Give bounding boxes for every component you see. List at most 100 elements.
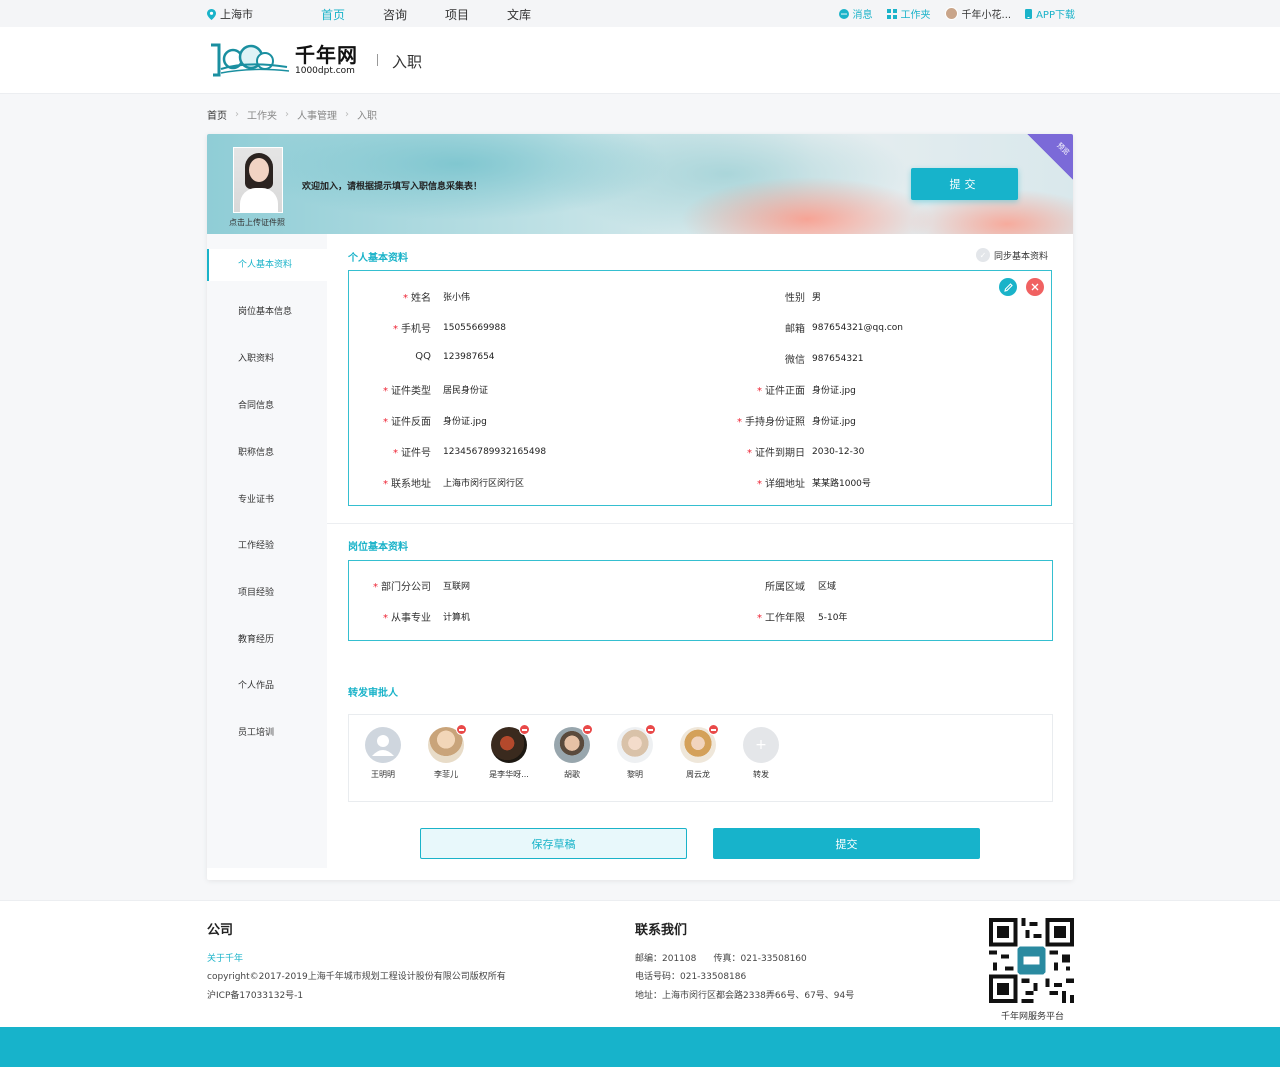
approver-item[interactable]: 王明明 xyxy=(358,727,408,780)
footer-phone: 电话号码：021-33508186 xyxy=(635,972,747,982)
remove-approver-icon[interactable] xyxy=(582,724,593,735)
approver-item[interactable]: 周云龙 xyxy=(673,724,723,780)
field-value[interactable]: 987654321@qq.con xyxy=(812,323,903,333)
app-download-link[interactable]: APP下载 xyxy=(1025,6,1075,21)
site-logo[interactable]: 千年网 1000dpt.com xyxy=(207,41,358,79)
field-wechat: 微信 987654321 xyxy=(689,351,864,367)
approver-name: 周云龙 xyxy=(686,770,710,779)
field-value[interactable]: 2030-12-30 xyxy=(812,447,864,457)
nav-home[interactable]: 首页 xyxy=(321,6,383,23)
nav-library[interactable]: 文库 xyxy=(507,6,569,23)
field-gender: 性别 男 xyxy=(689,289,821,304)
approver-item[interactable]: 李菲儿 xyxy=(421,724,471,780)
photo-upload-label[interactable]: 点击上传证件照 xyxy=(229,217,285,228)
remove-approver-icon[interactable] xyxy=(519,724,530,735)
breadcrumb-home[interactable]: 首页 xyxy=(207,107,227,122)
sidenav-item-certificates[interactable]: 专业证书 xyxy=(207,484,327,516)
approver-item[interactable]: 黎明 xyxy=(610,724,660,780)
sidenav-item-onboarding-docs[interactable]: 入职资料 xyxy=(207,343,327,375)
remove-approver-icon[interactable] xyxy=(708,724,719,735)
footer-about-link[interactable]: 关于千年 xyxy=(207,951,243,964)
nav-projects[interactable]: 项目 xyxy=(445,6,507,23)
field-label: 证件到期日 xyxy=(755,448,805,459)
add-approver-button[interactable]: + 转发 xyxy=(736,727,786,780)
field-label: 证件类型 xyxy=(391,386,431,397)
grid-icon xyxy=(886,8,897,19)
sidenav-item-education[interactable]: 教育经历 xyxy=(207,624,327,656)
check-icon: ✓ xyxy=(976,248,990,262)
id-photo-upload[interactable] xyxy=(233,147,283,213)
field-value[interactable]: 15055669988 xyxy=(443,323,506,333)
sidenav-item-training[interactable]: 员工培训 xyxy=(207,717,327,749)
sidenav-item-work-experience[interactable]: 工作经验 xyxy=(207,530,327,562)
field-value[interactable]: 男 xyxy=(812,290,821,303)
approver-item[interactable]: 胡歌 xyxy=(547,724,597,780)
sidenav-item-personal[interactable]: 个人基本资料 xyxy=(207,249,327,281)
field-value[interactable]: 身份证.jpg xyxy=(812,383,856,396)
field-value[interactable]: 上海市闵行区闵行区 xyxy=(443,476,524,489)
user-placeholder-icon xyxy=(372,735,394,756)
user-menu[interactable]: 千年小花... xyxy=(944,6,1011,21)
breadcrumb-hr[interactable]: 人事管理 xyxy=(297,107,337,122)
required-mark: * xyxy=(383,386,388,397)
delete-button[interactable] xyxy=(1026,278,1044,296)
avatar xyxy=(617,724,656,763)
field-work-years: * 工作年限 5-10年 xyxy=(689,609,847,624)
onboarding-card: 点击上传证件照 欢迎加入，请根据提示填写入职信息采集表！ 提交 预览 个人基本资… xyxy=(207,134,1073,880)
phone-icon xyxy=(1025,8,1033,19)
field-value[interactable]: 互联网 xyxy=(443,579,470,592)
field-label: 邮箱 xyxy=(785,324,805,335)
footer-address: 地址：上海市闵行区都会路2338弄66号、67号、94号 xyxy=(635,991,855,1001)
sidenav-item-portfolio[interactable]: 个人作品 xyxy=(207,670,327,702)
field-value[interactable]: 5-10年 xyxy=(818,610,847,623)
welcome-banner: 点击上传证件照 欢迎加入，请根据提示填写入职信息采集表！ 提交 预览 xyxy=(207,134,1073,234)
field-value[interactable]: 123987654 xyxy=(443,352,495,362)
breadcrumb-workspace[interactable]: 工作夹 xyxy=(247,107,277,122)
field-value[interactable]: 计算机 xyxy=(443,610,470,623)
location-selector[interactable]: 上海市 xyxy=(207,6,253,22)
pencil-icon xyxy=(1003,282,1013,292)
field-label: QQ xyxy=(415,351,431,362)
field-label: 详细地址 xyxy=(765,479,805,490)
sidenav-item-contract[interactable]: 合同信息 xyxy=(207,390,327,422)
submit-button[interactable]: 提交 xyxy=(713,828,980,859)
field-value[interactable]: 某某路1000号 xyxy=(812,476,871,489)
required-mark: * xyxy=(393,448,398,459)
field-label: 手机号 xyxy=(401,324,431,335)
main-nav: 首页 咨询 项目 文库 xyxy=(321,6,569,23)
top-bar: 上海市 首页 咨询 项目 文库 消息 工作夹 千年小花... APP下载 xyxy=(0,0,1280,27)
field-value[interactable]: 张小伟 xyxy=(443,290,470,303)
sync-basic-info-toggle[interactable]: ✓ 同步基本资料 xyxy=(976,248,1048,262)
personal-section-title: 个人基本资料 xyxy=(348,253,408,264)
avatar xyxy=(428,724,467,763)
approvers-list: 王明明 李菲儿 是李华呀... 胡歌 黎明 周云龙 + 转发 xyxy=(348,714,1053,802)
remove-approver-icon[interactable] xyxy=(456,724,467,735)
sidenav-item-project-experience[interactable]: 项目经验 xyxy=(207,577,327,609)
footer-company-title: 公司 xyxy=(207,923,234,938)
personal-info-box: * 姓名 张小伟 * 手机号 15055669988 QQ 123987654 * 证… xyxy=(348,270,1052,506)
field-label: 联系地址 xyxy=(391,479,431,490)
sidenav-item-position[interactable]: 岗位基本信息 xyxy=(207,296,327,328)
field-label: 部门分公司 xyxy=(381,582,431,593)
field-value[interactable]: 987654321 xyxy=(812,354,864,364)
messages-link[interactable]: 消息 xyxy=(838,6,873,21)
required-mark: * xyxy=(403,293,408,304)
field-value[interactable]: 身份证.jpg xyxy=(812,414,856,427)
save-draft-button[interactable]: 保存草稿 xyxy=(420,828,687,859)
approver-item[interactable]: 是李华呀... xyxy=(484,724,534,780)
nav-consult[interactable]: 咨询 xyxy=(383,6,445,23)
footer-icp[interactable]: 沪ICP备17033132号-1 xyxy=(207,988,303,1001)
field-specialty: * 从事专业 计算机 xyxy=(349,609,470,624)
field-value[interactable]: 居民身份证 xyxy=(443,383,488,396)
sidenav-item-title[interactable]: 职称信息 xyxy=(207,437,327,469)
preview-corner-badge[interactable]: 预览 xyxy=(1027,134,1073,180)
field-value[interactable]: 身份证.jpg xyxy=(443,414,487,427)
field-value[interactable]: 区域 xyxy=(818,579,836,592)
remove-approver-icon[interactable] xyxy=(645,724,656,735)
banner-submit-button[interactable]: 提交 xyxy=(911,168,1018,200)
field-value[interactable]: 123456789932165498 xyxy=(443,447,546,457)
edit-button[interactable] xyxy=(999,278,1017,296)
workspace-link[interactable]: 工作夹 xyxy=(886,6,931,21)
field-qq: QQ 123987654 xyxy=(349,351,495,362)
logo-text: 千年网 1000dpt.com xyxy=(295,44,358,76)
